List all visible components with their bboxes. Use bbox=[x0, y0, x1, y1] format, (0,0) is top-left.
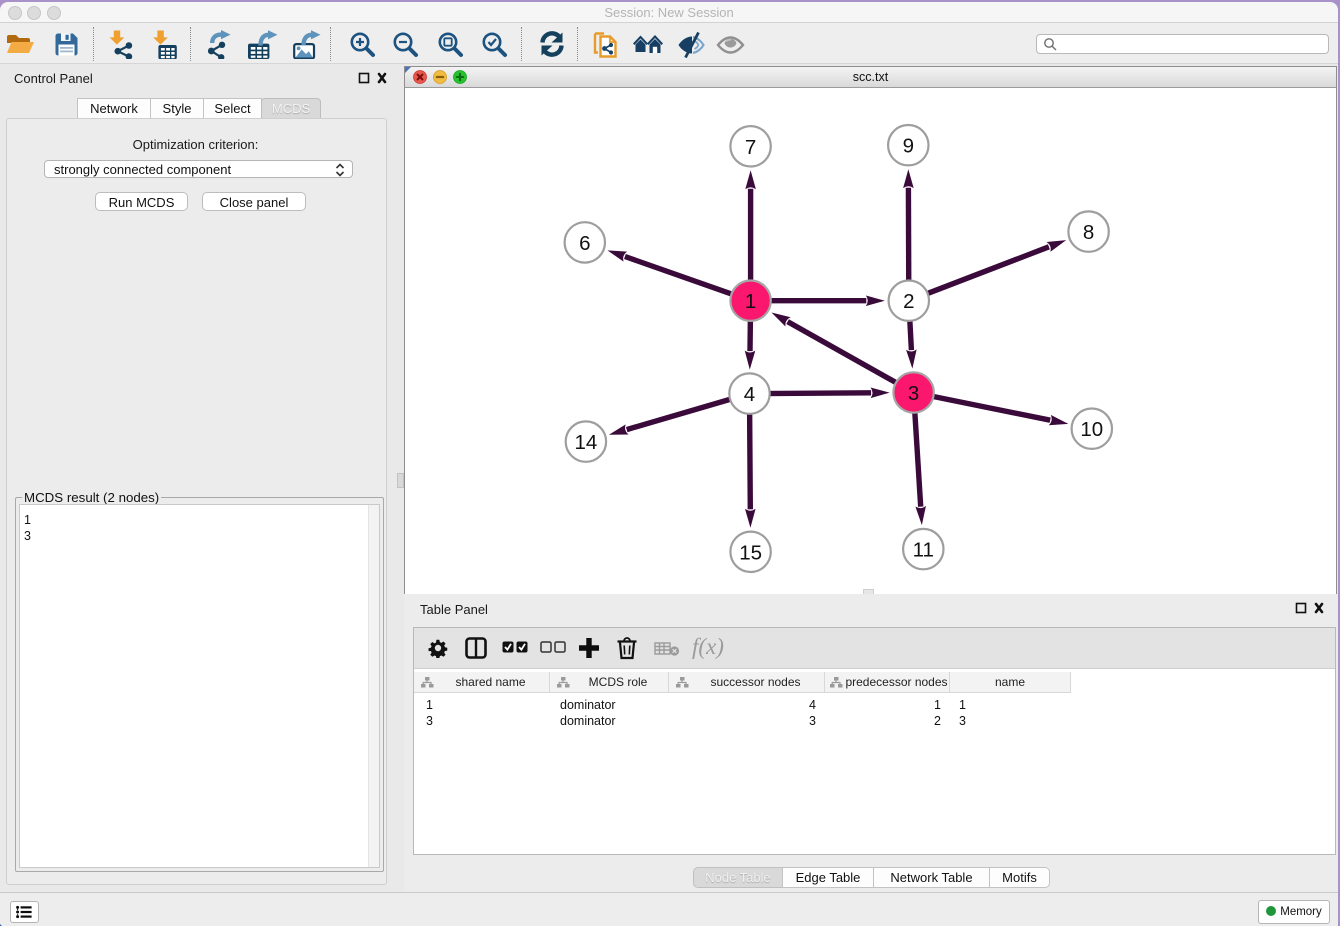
svg-text:9: 9 bbox=[903, 135, 914, 158]
svg-text:2: 2 bbox=[903, 290, 914, 313]
svg-text:10: 10 bbox=[1080, 418, 1103, 441]
svg-text:8: 8 bbox=[1083, 221, 1094, 244]
svg-text:6: 6 bbox=[579, 232, 590, 255]
svg-text:7: 7 bbox=[745, 136, 756, 159]
svg-text:3: 3 bbox=[908, 382, 919, 405]
svg-text:11: 11 bbox=[913, 539, 934, 562]
svg-text:14: 14 bbox=[574, 431, 597, 454]
svg-text:1: 1 bbox=[745, 290, 756, 313]
svg-text:4: 4 bbox=[744, 383, 755, 406]
svg-text:15: 15 bbox=[739, 541, 762, 564]
